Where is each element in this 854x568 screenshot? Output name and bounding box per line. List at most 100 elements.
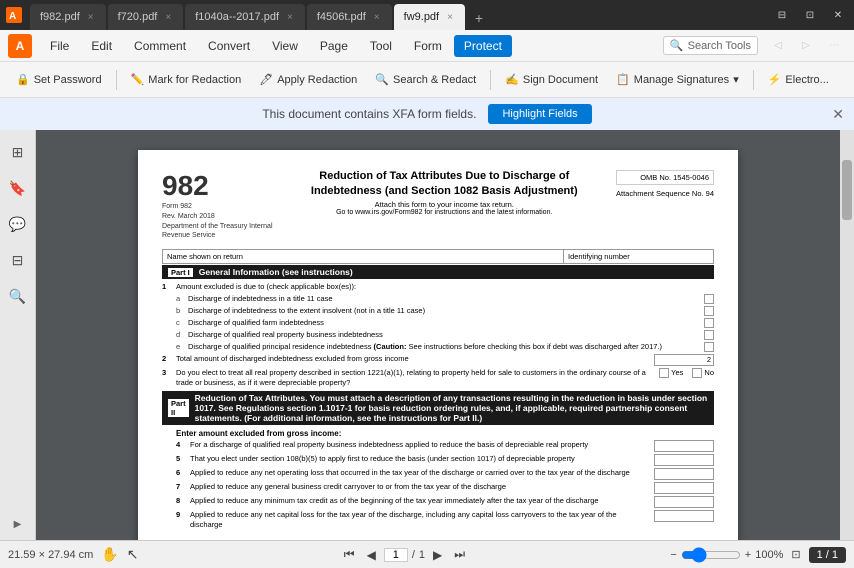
menubar: A File Edit Comment Convert View Page To…: [0, 30, 854, 62]
field-7-box: [654, 482, 714, 494]
field-8-box: [654, 496, 714, 508]
part2-title: Reduction of Tax Attributes. You must at…: [195, 393, 708, 423]
zoom-out-button[interactable]: −: [670, 549, 676, 561]
next-page-button[interactable]: ▶: [429, 546, 446, 564]
sign-icon: ✍: [505, 73, 519, 86]
field-row-6: 6 Applied to reduce any net operating lo…: [176, 468, 714, 480]
page-indicator: 1 / 1: [809, 547, 846, 563]
notification-close-button[interactable]: ✕: [832, 106, 844, 123]
back-button[interactable]: ◁: [766, 38, 790, 54]
tab-f4506t[interactable]: f4506t.pdf ×: [307, 4, 392, 30]
svg-text:A: A: [9, 11, 16, 22]
field-5-box: [654, 454, 714, 466]
electronic-button[interactable]: ⚡ Electro...: [760, 69, 837, 90]
app-logo-menu: A: [8, 34, 32, 58]
menu-comment[interactable]: Comment: [124, 35, 196, 57]
tab-close-f1040a[interactable]: ×: [285, 11, 295, 24]
page-dimensions: 21.59 × 27.94 cm: [8, 549, 93, 561]
close-button[interactable]: ✕: [826, 7, 850, 23]
search-tools-label: Search Tools: [688, 40, 751, 52]
menu-edit[interactable]: Edit: [81, 35, 122, 57]
tab-close-f720[interactable]: ×: [163, 11, 173, 24]
search-tools[interactable]: 🔍 Search Tools: [663, 36, 758, 55]
field-6-box: [654, 468, 714, 480]
scrollbar-thumb[interactable]: [842, 160, 852, 220]
tab-f720[interactable]: f720.pdf ×: [108, 4, 184, 30]
cursor-tool[interactable]: ✋: [101, 546, 118, 563]
menu-page[interactable]: Page: [310, 35, 358, 57]
mark-redaction-button[interactable]: ✏️ Mark for Redaction: [123, 69, 250, 90]
zoom-slider[interactable]: [681, 547, 741, 563]
manage-signatures-button[interactable]: 📋 Manage Signatures ▾: [608, 69, 747, 90]
gross-income-header: Enter amount excluded from gross income:: [176, 429, 714, 438]
maximize-button[interactable]: ⊡: [798, 7, 822, 23]
checkbox-1c[interactable]: [704, 318, 714, 328]
checkbox-1b[interactable]: [704, 306, 714, 316]
sidebar-collapse-arrow[interactable]: ▶: [10, 516, 26, 532]
chevron-down-icon: ▾: [733, 73, 739, 86]
sidebar-comments-icon[interactable]: 💬: [4, 210, 32, 238]
tab-fw9[interactable]: fw9.pdf ×: [394, 4, 465, 30]
menu-tool[interactable]: Tool: [360, 35, 402, 57]
form-number: 982: [162, 170, 273, 202]
sidebar-pages-icon[interactable]: ⊞: [4, 138, 32, 166]
menu-more[interactable]: ⋯: [822, 38, 846, 54]
field-row-2: 2 Total amount of discharged indebtednes…: [162, 354, 714, 366]
first-page-button[interactable]: ⏮: [340, 545, 359, 564]
yes-option[interactable]: Yes: [656, 368, 683, 378]
menu-view[interactable]: View: [262, 35, 308, 57]
zoom-in-button[interactable]: +: [745, 549, 751, 561]
www-text: Go to www.irs.gov/Form982 for instructio…: [283, 209, 607, 216]
forward-button[interactable]: ▷: [794, 38, 818, 54]
field-row-1b: b Discharge of indebtedness to the exten…: [176, 306, 714, 316]
new-tab-button[interactable]: +: [467, 6, 491, 30]
fit-page-button[interactable]: ⊡: [791, 548, 800, 561]
checkbox-1a[interactable]: [704, 294, 714, 304]
page-input[interactable]: [384, 548, 408, 562]
tab-close-f982[interactable]: ×: [86, 11, 96, 24]
omb-number: OMB No. 1545-0046: [616, 170, 714, 185]
menu-file[interactable]: File: [40, 35, 79, 57]
menu-convert[interactable]: Convert: [198, 35, 260, 57]
notification-text: This document contains XFA form fields.: [262, 107, 476, 121]
sidebar-layers-icon[interactable]: ⊟: [4, 246, 32, 274]
field-row-5: 5 That you elect under section 108(b)(5)…: [176, 454, 714, 466]
prev-page-button[interactable]: ◀: [363, 546, 380, 564]
vertical-scrollbar[interactable]: [840, 130, 854, 540]
sidebar-bookmarks-icon[interactable]: 🔖: [4, 174, 32, 202]
menu-form[interactable]: Form: [404, 35, 452, 57]
highlight-fields-button[interactable]: Highlight Fields: [488, 104, 591, 124]
select-tool[interactable]: ↖: [127, 546, 139, 563]
zoom-control: − + 100% ⊡: [670, 547, 800, 563]
search-redact-button[interactable]: 🔍 Search & Redact: [367, 69, 484, 90]
menu-protect[interactable]: Protect: [454, 35, 512, 57]
sign-document-button[interactable]: ✍ Sign Document: [497, 69, 606, 90]
sig-icon: 📋: [616, 73, 630, 86]
name-row: Name shown on return Identifying number: [162, 249, 714, 264]
main-area: ⊞ 🔖 💬 ⊟ 🔍 ▶ 982 Form 982Rev. March 2018D…: [0, 130, 854, 540]
apply-redaction-button[interactable]: 🖊 Apply Redaction: [251, 69, 365, 90]
set-password-button[interactable]: 🔒 Set Password: [8, 69, 110, 90]
form-title-block: Reduction of Tax Attributes Due to Disch…: [273, 170, 617, 241]
tab-f982[interactable]: f982.pdf ×: [30, 4, 106, 30]
checkbox-1e[interactable]: [704, 342, 714, 352]
tab-close-f4506t[interactable]: ×: [372, 11, 382, 24]
field-row-1c: c Discharge of qualified farm indebtedne…: [176, 318, 714, 328]
yes-no-row-3: Yes No: [656, 368, 714, 378]
last-page-button[interactable]: ⏭: [450, 545, 469, 564]
field-row-1a: a Discharge of indebtedness in a title 1…: [176, 294, 714, 304]
part2-label: Part II: [168, 399, 189, 417]
field-row-9: 9 Applied to reduce any net capital loss…: [176, 510, 714, 530]
minimize-button[interactable]: ⊟: [770, 7, 794, 23]
tab-f1040a[interactable]: f1040a--2017.pdf ×: [185, 4, 305, 30]
mark-icon: ✏️: [131, 73, 145, 86]
window-controls: ⊟ ⊡ ✕: [770, 7, 850, 23]
part1-label: Part I: [168, 268, 193, 277]
checkbox-1d[interactable]: [704, 330, 714, 340]
sidebar-search-icon[interactable]: 🔍: [4, 282, 32, 310]
no-option[interactable]: No: [689, 368, 714, 378]
tab-close-fw9[interactable]: ×: [445, 11, 455, 24]
search-icon: 🔍: [670, 39, 684, 52]
document-viewer: 982 Form 982Rev. March 2018Department of…: [36, 130, 840, 540]
field-row-4: 4 For a discharge of qualified real prop…: [176, 440, 714, 452]
